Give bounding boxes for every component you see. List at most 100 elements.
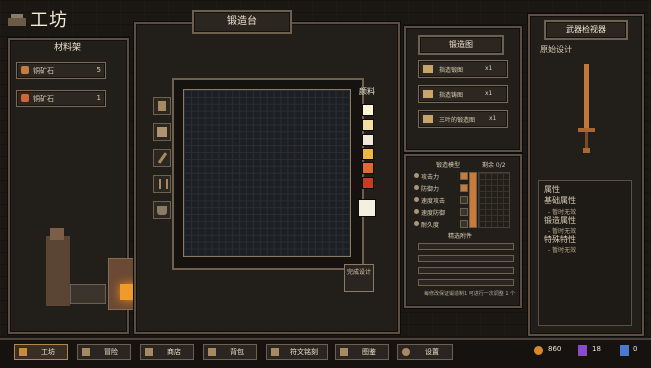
refine-bar-1[interactable] xyxy=(418,255,514,262)
ore-icon xyxy=(21,94,29,102)
paint-swatch-1[interactable] xyxy=(362,119,374,131)
rune-icon xyxy=(271,348,279,356)
gold-coin-icon xyxy=(534,346,543,355)
scroll-icon xyxy=(423,90,433,98)
blacksmith-figure xyxy=(46,236,70,306)
special-attr-sub: - 暂时无效 xyxy=(548,247,577,254)
hammer-icon xyxy=(158,101,166,111)
hammer-tool-button[interactable] xyxy=(153,97,171,115)
blueprint-item-2[interactable]: 三叶的锻造图 x1 xyxy=(418,110,508,128)
blueprint-qty: x1 xyxy=(489,115,497,122)
stats-footer: 每修改保证锻造制1 可进行一次调整 1 个 xyxy=(424,291,516,297)
blue-amount: 0 xyxy=(633,345,638,353)
design-label: 原始设计 xyxy=(540,45,572,54)
shelf-item-label: 铜矿石 xyxy=(33,95,54,103)
nav-adventure-button[interactable]: 冒险 xyxy=(77,344,131,360)
blueprint-name: 三叶的锻造图 xyxy=(439,117,476,124)
nav-settings-button[interactable]: 设置 xyxy=(397,344,453,360)
stat-grid xyxy=(478,172,510,228)
blueprint-qty: x1 xyxy=(485,65,493,72)
paint-swatch-4[interactable] xyxy=(362,162,374,174)
blacksmith-head xyxy=(50,228,64,240)
blue-gem-icon xyxy=(620,345,629,356)
mallet-tool-button[interactable] xyxy=(153,123,171,141)
blueprint-item-0[interactable]: 指造锻图 x1 xyxy=(418,60,508,78)
tongs-tool-button[interactable] xyxy=(153,175,171,193)
purple-gem-icon xyxy=(578,345,587,356)
scroll-icon xyxy=(423,65,433,73)
selected-color-swatch xyxy=(358,199,376,217)
paint-swatch-3[interactable] xyxy=(362,148,374,160)
stats-slots: 剩余 0/2 xyxy=(482,162,506,169)
refine-bar-0[interactable] xyxy=(418,243,514,250)
paint-label: 颜料 xyxy=(359,87,375,96)
nav-workshop-button[interactable]: 工坊 xyxy=(14,344,68,360)
refine-label: 精选附件 xyxy=(448,233,473,240)
blueprint-name: 指造铸图 xyxy=(439,92,464,99)
stat-bar-column xyxy=(469,172,477,228)
nav-rune-button[interactable]: 符文铭刻 xyxy=(266,344,328,360)
map-icon xyxy=(82,348,90,356)
stat-icon xyxy=(414,221,419,226)
design-canvas-frame xyxy=(172,78,364,270)
sword-blade-icon xyxy=(584,64,589,128)
inspector-header: 武器检视器 xyxy=(544,20,628,40)
refine-bar-3[interactable] xyxy=(418,279,514,286)
workshop-title: 工坊 xyxy=(8,8,118,31)
nav-shop-button[interactable]: 商店 xyxy=(140,344,194,360)
special-attr-label: 特殊特性 xyxy=(544,235,576,244)
base-attr-label: 基础属性 xyxy=(544,196,576,205)
blueprint-name: 指造锻图 xyxy=(439,67,464,74)
book-icon xyxy=(340,348,348,356)
blueprint-qty: x1 xyxy=(485,90,493,97)
complete-design-label: 完成设计 xyxy=(347,269,372,276)
stat-slot[interactable] xyxy=(460,208,468,216)
anvil-prop xyxy=(70,284,106,304)
anvil-top-icon xyxy=(11,14,23,18)
stat-icon xyxy=(414,173,419,178)
shelf-item-count: 1 xyxy=(96,94,101,102)
sword-preview xyxy=(578,60,596,160)
forge-header: 锻造台 xyxy=(192,10,292,34)
attributes-title: 属性 xyxy=(544,185,560,194)
forge-attr-label: 锻造属性 xyxy=(544,216,576,225)
blueprint-item-1[interactable]: 指造铸图 x1 xyxy=(418,85,508,103)
shelf-item-1[interactable]: 铜矿石 1 xyxy=(16,90,106,107)
shop-icon xyxy=(145,348,153,356)
page-title: 工坊 xyxy=(30,10,68,31)
sword-pommel-icon xyxy=(583,148,590,153)
complete-design-button[interactable]: 完成设计 xyxy=(344,264,374,292)
paint-swatch-2[interactable] xyxy=(362,134,374,146)
anvil-icon xyxy=(19,348,27,356)
stats-header: 锻造模型 xyxy=(436,162,461,169)
anvil-icon xyxy=(8,18,26,26)
mallet-icon xyxy=(157,127,167,137)
shelf-item-count: 5 xyxy=(96,66,101,74)
stat-icon xyxy=(414,185,419,190)
bucket-tool-button[interactable] xyxy=(153,201,171,219)
shelf-item-0[interactable]: 铜矿石 5 xyxy=(16,62,106,79)
nav-bag-button[interactable]: 背包 xyxy=(203,344,257,360)
purple-amount: 18 xyxy=(592,345,601,353)
stat-slot[interactable] xyxy=(460,196,468,204)
shelf-item-label: 铜矿石 xyxy=(33,67,54,75)
blueprint-header: 锻造图 xyxy=(418,35,504,55)
stat-slot[interactable] xyxy=(460,220,468,228)
gear-icon xyxy=(402,348,410,356)
sword-grip-icon xyxy=(585,132,588,148)
bag-icon xyxy=(208,348,216,356)
stat-slot[interactable] xyxy=(460,184,468,192)
chisel-tool-button[interactable] xyxy=(153,149,171,167)
paint-swatch-0[interactable] xyxy=(362,104,374,116)
shelf-header: 材料架 xyxy=(53,43,81,53)
stat-slot[interactable] xyxy=(460,172,468,180)
refine-bar-2[interactable] xyxy=(418,267,514,274)
paint-swatch-5[interactable] xyxy=(362,177,374,189)
nav-codex-button[interactable]: 图鉴 xyxy=(335,344,389,360)
ore-icon xyxy=(21,66,29,74)
tongs-icon xyxy=(159,179,168,189)
design-canvas-grid[interactable] xyxy=(183,89,351,257)
stat-icon xyxy=(414,209,419,214)
bucket-icon xyxy=(157,206,167,215)
chisel-icon xyxy=(157,152,168,164)
